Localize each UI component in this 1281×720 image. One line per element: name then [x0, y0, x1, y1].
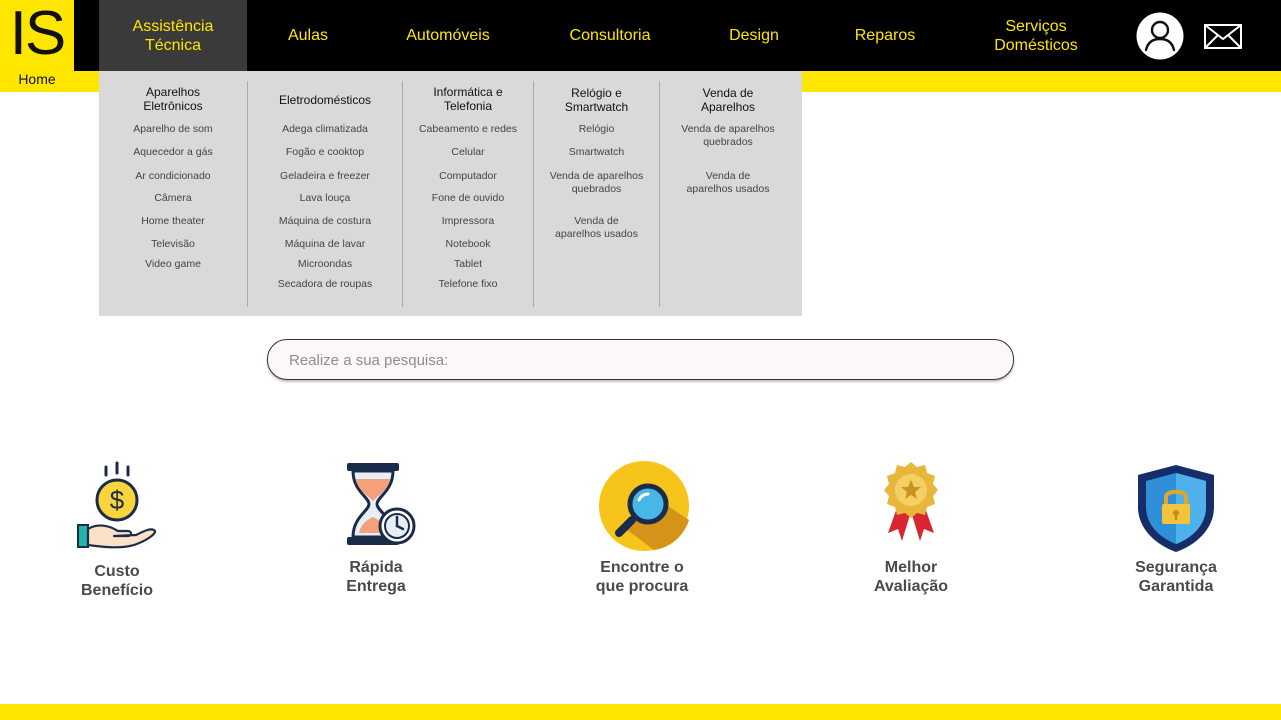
- nav-consultoria[interactable]: Consultoria: [548, 0, 672, 71]
- dropdown-item[interactable]: Fogão e cooktop: [248, 146, 402, 159]
- dropdown-item[interactable]: Relógio: [534, 123, 659, 136]
- dropdown-item[interactable]: Computador: [403, 170, 533, 183]
- dropdown-item[interactable]: Tablet: [403, 258, 533, 271]
- footer-yellow-band: [0, 704, 1281, 720]
- search-input[interactable]: [287, 340, 991, 381]
- title-line1: Informática e: [433, 85, 503, 99]
- dropdown-item[interactable]: Máquina de lavar: [248, 238, 402, 251]
- nav-label-line2: Domésticos: [994, 36, 1078, 54]
- dropdown-item[interactable]: Ar condicionado: [99, 170, 247, 183]
- mail-icon[interactable]: [1204, 24, 1242, 49]
- feature-seguranca-garantida: Segurança Garantida: [1096, 558, 1256, 596]
- nav-assistencia-tecnica[interactable]: Assistência Técnica: [99, 0, 247, 71]
- magnifier-icon: [598, 460, 690, 552]
- title-line1: Venda de: [702, 86, 754, 100]
- dropdown-column-relogio-smartwatch: Relógio e Smartwatch Relógio Smartwatch …: [534, 71, 659, 316]
- dropdown-column-aparelhos-eletronicos: Aparelhos Eletrônicos Aparelho de som Aq…: [99, 71, 247, 316]
- nav-servicos-domesticos[interactable]: Serviços Domésticos: [971, 0, 1101, 71]
- nav-aulas[interactable]: Aulas: [258, 0, 358, 71]
- dropdown-item[interactable]: Venda de aparelhos usados: [660, 170, 796, 196]
- hourglass-clock-icon: [343, 461, 417, 549]
- feature-melhor-avaliacao: Melhor Avaliação: [831, 558, 991, 596]
- search-bar: [267, 339, 1014, 381]
- dropdown-column-title[interactable]: Eletrodomésticos: [248, 93, 402, 107]
- assistencia-tecnica-dropdown: Aparelhos Eletrônicos Aparelho de som Aq…: [99, 71, 802, 316]
- feature-line1: Encontre o: [600, 559, 684, 576]
- nav-reparos[interactable]: Reparos: [835, 0, 935, 71]
- dropdown-item[interactable]: Telefone fixo: [403, 278, 533, 291]
- nav-label-line1: Assistência: [132, 17, 214, 35]
- dropdown-column-title[interactable]: Relógio e Smartwatch: [534, 86, 659, 114]
- dropdown-column-eletrodomesticos: Eletrodomésticos Adega climatizada Fogão…: [248, 71, 402, 316]
- nav-label: Design: [729, 27, 779, 44]
- nav-label: Automóveis: [406, 27, 490, 44]
- dropdown-item[interactable]: Venda de aparelhos quebrados: [534, 170, 659, 196]
- title-line2: Smartwatch: [564, 100, 629, 114]
- security-shield-icon: [1136, 463, 1216, 553]
- feature-line1: Melhor: [884, 559, 938, 576]
- dropdown-item[interactable]: Fone de ouvido: [403, 192, 533, 205]
- home-link[interactable]: Home: [0, 71, 74, 87]
- feature-line1: Segurança: [1135, 559, 1217, 576]
- nav-label: Consultoria: [569, 27, 651, 44]
- title-line1: Relógio e: [571, 86, 622, 100]
- award-medal-icon: [882, 461, 940, 545]
- dropdown-column-title[interactable]: Venda de Aparelhos: [660, 86, 796, 114]
- dropdown-item[interactable]: Lava louça: [248, 192, 402, 205]
- nav-label: Aulas: [287, 27, 329, 44]
- dropdown-item[interactable]: Aquecedor a gás: [99, 146, 247, 159]
- dropdown-item[interactable]: Geladeira e freezer: [248, 170, 402, 183]
- money-hand-icon: $: [76, 461, 158, 551]
- svg-text:$: $: [110, 485, 125, 515]
- dropdown-column-title[interactable]: Aparelhos Eletrônicos: [99, 85, 247, 113]
- nav-label: Reparos: [854, 27, 916, 44]
- dropdown-item[interactable]: Celular: [403, 146, 533, 159]
- dropdown-item[interactable]: Microondas: [248, 258, 402, 271]
- dropdown-item[interactable]: Cabeamento e redes: [403, 123, 533, 136]
- dropdown-item[interactable]: Secadora de roupas: [248, 278, 402, 291]
- feature-rapida-entrega: Rápida Entrega: [296, 558, 456, 596]
- title-line2: Eletrônicos: [143, 99, 203, 113]
- nav-label-line2: Técnica: [144, 36, 201, 54]
- nav-label-line1: Serviços: [1005, 17, 1067, 35]
- dropdown-item[interactable]: Impressora: [403, 215, 533, 228]
- dropdown-item[interactable]: Adega climatizada: [248, 123, 402, 136]
- title-line2: Aparelhos: [700, 100, 756, 114]
- dropdown-item[interactable]: Home theater: [99, 215, 247, 228]
- feature-line2: Avaliação: [873, 578, 949, 595]
- logo[interactable]: IS: [0, 0, 74, 71]
- nav-automoveis[interactable]: Automóveis: [388, 0, 508, 71]
- nav-design[interactable]: Design: [709, 0, 799, 71]
- dropdown-item[interactable]: Video game: [99, 258, 247, 271]
- feature-custo-beneficio: Custo Benefício: [37, 562, 197, 600]
- dropdown-column-title[interactable]: Informática e Telefonia: [403, 85, 533, 113]
- dropdown-item[interactable]: Televisão: [99, 238, 247, 251]
- feature-encontre-procura: Encontre o que procura: [562, 558, 722, 596]
- dropdown-item[interactable]: Smartwatch: [534, 146, 659, 159]
- dropdown-item[interactable]: Venda de aparelhos quebrados: [660, 123, 796, 149]
- feature-line2: Benefício: [80, 582, 153, 599]
- logo-text: IS: [9, 0, 67, 68]
- dropdown-column-informatica-telefonia: Informática e Telefonia Cabeamento e red…: [403, 71, 533, 316]
- feature-line2: Garantida: [1138, 578, 1214, 595]
- feature-line2: que procura: [595, 578, 689, 595]
- feature-line1: Custo: [94, 563, 140, 580]
- user-profile-icon[interactable]: [1136, 12, 1184, 60]
- feature-line1: Rápida: [349, 559, 403, 576]
- dropdown-item[interactable]: Máquina de costura: [248, 215, 402, 228]
- feature-line2: Entrega: [346, 578, 406, 595]
- title-line2: Telefonia: [443, 99, 493, 113]
- dropdown-item[interactable]: Câmera: [99, 192, 247, 205]
- dropdown-item[interactable]: Venda de aparelhos usados: [534, 215, 659, 241]
- dropdown-item[interactable]: Aparelho de som: [99, 123, 247, 136]
- dropdown-item[interactable]: Notebook: [403, 238, 533, 251]
- title-line1: Aparelhos: [145, 85, 201, 99]
- dropdown-column-venda-aparelhos: Venda de Aparelhos Venda de aparelhos que…: [660, 71, 796, 316]
